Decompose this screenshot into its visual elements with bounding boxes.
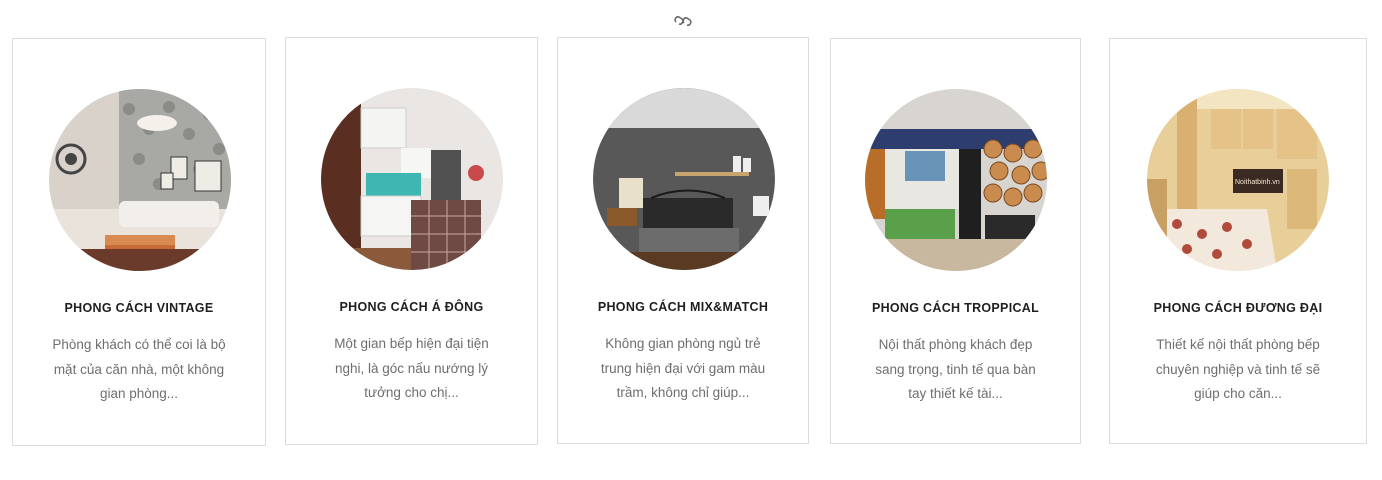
style-card-mix-match[interactable]: PHONG CÁCH MIX&MATCH Không gian phòng ng…	[557, 37, 809, 444]
card-title[interactable]: PHONG CÁCH Á ĐÔNG	[286, 300, 537, 314]
style-card-vintage[interactable]: PHONG CÁCH VINTAGE Phòng khách có thể co…	[12, 38, 266, 446]
style-card-tropical[interactable]: PHONG CÁCH TROPPICAL Nội thất phòng khác…	[830, 38, 1081, 444]
card-title[interactable]: PHONG CÁCH TROPPICAL	[831, 301, 1080, 315]
style-card-asian[interactable]: PHONG CÁCH Á ĐÔNG Một gian bếp hiện đại …	[285, 37, 538, 445]
card-description: Thiết kế nội thất phòng bếp chuyên nghiệ…	[1155, 337, 1321, 401]
style-card-contemporary[interactable]: Noithatbinh.vn PHONG CÁCH ĐƯƠNG ĐẠI Thiế…	[1109, 38, 1367, 444]
card-title[interactable]: PHONG CÁCH MIX&MATCH	[558, 300, 808, 314]
chain-link-icon	[674, 16, 692, 26]
card-description: Phòng khách có thể coi là bộ mặt của căn…	[52, 337, 226, 401]
card-image-mix-match-bedroom[interactable]	[593, 88, 775, 270]
card-description: Một gian bếp hiện đại tiện nghi, là góc …	[334, 336, 489, 400]
card-description: Không gian phòng ngủ trẻ trung hiện đại …	[600, 336, 766, 400]
card-title[interactable]: PHONG CÁCH ĐƯƠNG ĐẠI	[1110, 301, 1366, 315]
card-image-tropical-living-room[interactable]	[865, 89, 1047, 271]
card-image-vintage-living-room[interactable]	[49, 89, 231, 271]
card-description: Nội thất phòng khách đẹp sang trọng, tin…	[875, 337, 1036, 401]
card-title[interactable]: PHONG CÁCH VINTAGE	[13, 301, 265, 315]
card-image-contemporary-kitchen[interactable]: Noithatbinh.vn	[1147, 89, 1329, 271]
card-image-asian-style-kitchen[interactable]	[321, 88, 503, 270]
image-watermark: Noithatbinh.vn	[1235, 179, 1280, 186]
